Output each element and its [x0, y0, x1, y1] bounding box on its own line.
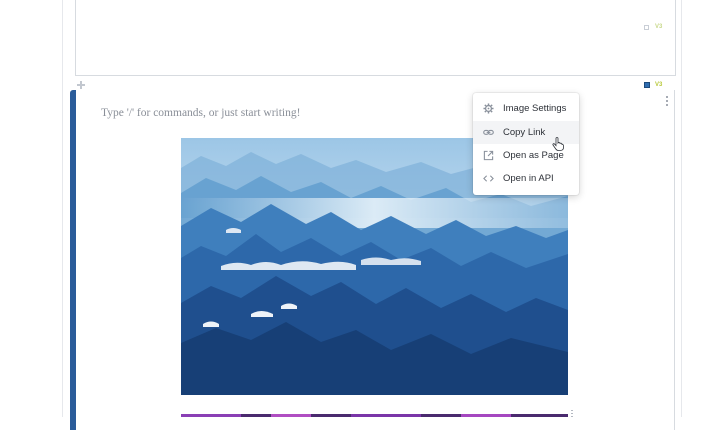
image-context-menu: Image Settings Copy Link Open as Page Op…	[473, 93, 579, 195]
page-right-edge	[681, 0, 682, 417]
version-badge: V3	[655, 24, 663, 30]
more-options-kebab-icon[interactable]	[664, 96, 670, 108]
menu-item-label: Image Settings	[503, 103, 567, 114]
editor-placeholder[interactable]: Type '/' for commands, or just start wri…	[101, 107, 300, 119]
next-image-block[interactable]	[181, 409, 568, 417]
drag-handle-icon[interactable]	[571, 410, 574, 417]
menu-item-label: Open as Page	[503, 150, 564, 161]
menu-item-image-settings[interactable]: Image Settings	[473, 97, 579, 120]
link-icon	[483, 129, 494, 135]
menu-item-copy-link[interactable]: Copy Link	[473, 121, 579, 144]
menu-item-open-as-page[interactable]: Open as Page	[473, 144, 579, 167]
block-type-icon	[644, 25, 649, 30]
code-icon	[483, 175, 494, 182]
menu-item-open-in-api[interactable]: Open in API	[473, 167, 579, 190]
open-external-icon	[483, 150, 494, 161]
menu-item-label: Copy Link	[503, 127, 546, 138]
page-left-edge	[62, 0, 63, 417]
menu-item-label: Open in API	[503, 173, 554, 184]
block-type-icon	[644, 82, 650, 88]
version-badge: V3	[655, 82, 663, 88]
previous-block[interactable]: V3	[75, 0, 676, 76]
add-block-plus-icon[interactable]	[77, 81, 85, 89]
gear-icon	[483, 103, 494, 114]
active-block-indicator	[70, 90, 76, 430]
